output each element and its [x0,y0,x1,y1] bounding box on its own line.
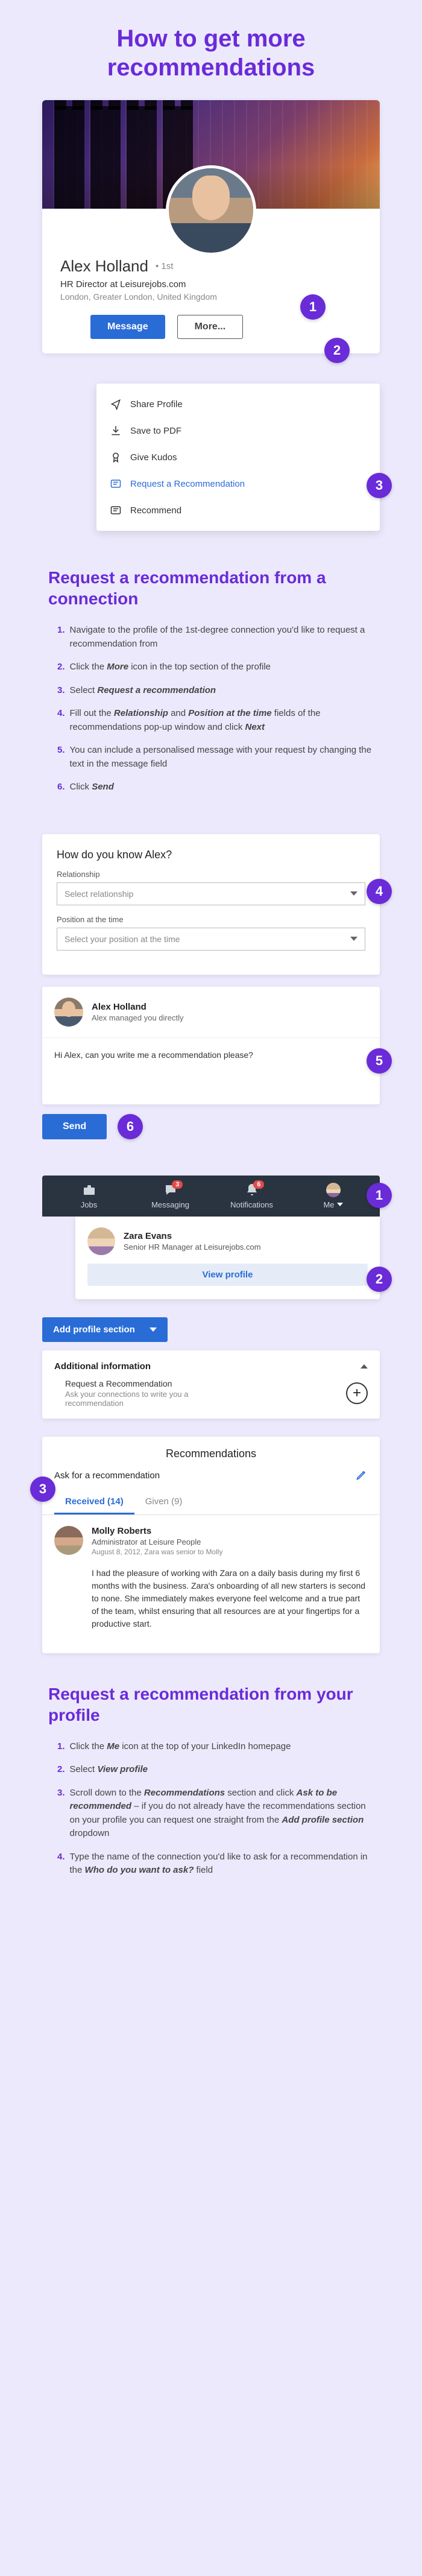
connection-degree: • 1st [156,261,173,271]
chevron-down-icon [350,891,357,896]
step-badge-5: 5 [367,1048,392,1074]
briefcase-icon [82,1183,96,1197]
kudos-icon [110,451,122,463]
share-icon [110,398,122,410]
chevron-down-icon [150,1328,157,1332]
recommend-item[interactable]: Recommend [96,497,380,524]
steps-list-1: 1.Navigate to the profile of the 1st-deg… [18,624,404,810]
profile-name: Alex Holland [60,257,148,276]
step-badge-4: 4 [367,879,392,904]
recommendations-tabs: Received (14) Given (9) [42,1490,380,1515]
nav-messaging[interactable]: 3 Messaging [130,1183,211,1209]
step-badge-6: 6 [118,1114,143,1139]
add-profile-section-button[interactable]: Add profile section [42,1317,168,1342]
position-select[interactable]: Select your position at the time [57,928,365,951]
ask-for-recommendation[interactable]: Ask for a recommendation [54,1470,160,1481]
recommender-name[interactable]: Molly Roberts [92,1526,222,1536]
add-button[interactable]: + [346,1382,368,1404]
send-button[interactable]: Send [42,1114,107,1139]
recommendations-panel: Recommendations Ask for a recommendation… [42,1437,380,1653]
tab-given[interactable]: Given (9) [134,1490,194,1514]
chevron-up-icon [361,1364,368,1369]
nav-me[interactable]: Me [292,1183,374,1209]
more-button[interactable]: More... [177,315,244,339]
additional-info-panel: Additional information Request a Recomme… [42,1350,380,1419]
step-badge-1b: 1 [367,1183,392,1208]
request-rec-subtitle: Ask your connections to write you a reco… [65,1390,222,1408]
recipient-relationship: Alex managed you directly [92,1013,183,1022]
edit-icon[interactable] [356,1469,368,1483]
recommendations-heading: Recommendations [42,1448,380,1469]
relationship-select[interactable]: Select relationship [57,882,365,905]
recommend-icon [110,504,122,516]
profile-headline: HR Director at Leisurejobs.com [60,279,362,290]
top-navbar: Jobs 3 Messaging 6 Notifications Me 1 [42,1176,380,1217]
more-dropdown: Share Profile Save to PDF Give Kudos Req… [96,384,380,531]
request-rec-title: Request a Recommendation [65,1379,222,1388]
user-avatar [87,1227,115,1255]
recommendation-text: I had the pleasure of working with Zara … [42,1567,380,1642]
me-dropdown: Zara Evans Senior HR Manager at Leisurej… [75,1217,380,1299]
notifications-badge: 6 [253,1180,264,1189]
recipient-avatar [54,998,83,1027]
user-name: Zara Evans [124,1231,261,1241]
user-title: Senior HR Manager at Leisurejobs.com [124,1242,261,1252]
request-recommendation-item[interactable]: Request a Recommendation [96,470,380,497]
step-badge-2: 2 [324,338,350,363]
view-profile-button[interactable]: View profile [87,1264,368,1286]
save-pdf-item[interactable]: Save to PDF [96,417,380,444]
step-badge-3: 3 [367,473,392,498]
recommender-avatar [54,1526,83,1555]
relationship-form: How do you know Alex? Relationship Selec… [42,834,380,975]
position-label: Position at the time [57,915,365,924]
step-badge-2b: 2 [367,1267,392,1292]
message-card: Alex Holland Alex managed you directly H… [42,987,380,1104]
tab-received[interactable]: Received (14) [54,1490,134,1514]
message-body[interactable]: Hi Alex, can you write me a recommendati… [42,1038,380,1104]
step-badge-3b: 3 [30,1476,55,1502]
steps-list-2: 1.Click the Me icon at the top of your L… [18,1740,404,1893]
share-profile-item[interactable]: Share Profile [96,391,380,417]
avatar[interactable] [166,165,256,256]
messaging-badge: 3 [172,1180,183,1189]
chevron-down-icon [350,937,357,941]
recommender-role: Administrator at Leisure People [92,1537,222,1546]
me-avatar [326,1183,341,1197]
relationship-label: Relationship [57,870,365,879]
section-2-title: Request a recommendation from your profi… [18,1683,404,1726]
profile-card: Alex Holland • 1st HR Director at Leisur… [42,100,380,353]
request-icon [110,478,122,490]
give-kudos-item[interactable]: Give Kudos [96,444,380,470]
section-1-title: Request a recommendation from a connecti… [18,567,404,609]
form-heading: How do you know Alex? [57,849,365,861]
message-button[interactable]: Message [90,315,165,339]
nav-notifications[interactable]: 6 Notifications [211,1183,292,1209]
recipient-name: Alex Holland [92,1002,183,1012]
recommendation-date: August 8, 2012, Zara was senior to Molly [92,1548,222,1556]
chevron-down-icon [337,1203,343,1206]
step-badge-1: 1 [300,294,326,320]
page-title: How to get more recommendations [18,24,404,82]
download-icon [110,425,122,437]
nav-jobs[interactable]: Jobs [48,1183,130,1209]
additional-info-heading: Additional information [54,1361,151,1372]
